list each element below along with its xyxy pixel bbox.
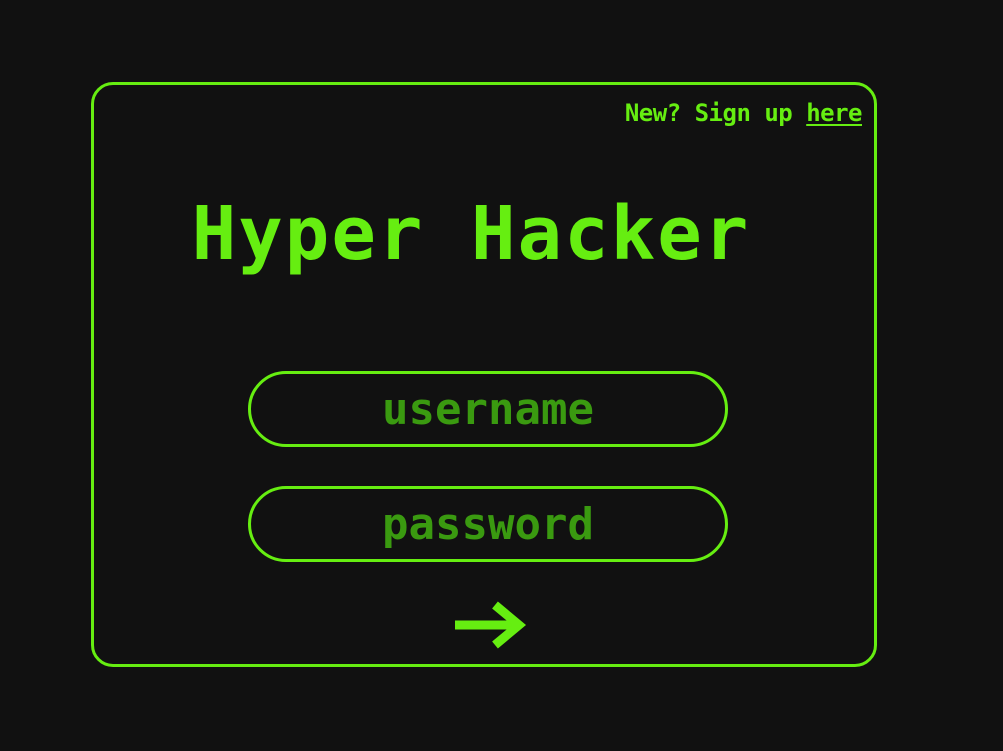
signup-prompt-text: New? Sign up bbox=[624, 99, 807, 127]
signup-link[interactable]: here bbox=[806, 99, 862, 127]
login-card: New? Sign up here Hyper Hacker bbox=[91, 82, 877, 667]
arrow-right-icon bbox=[455, 601, 527, 649]
submit-button[interactable] bbox=[449, 597, 529, 653]
username-input[interactable] bbox=[248, 371, 728, 447]
signup-prompt: New? Sign up here bbox=[624, 99, 863, 127]
password-input[interactable] bbox=[248, 486, 728, 562]
page-title: Hyper Hacker bbox=[191, 191, 751, 277]
